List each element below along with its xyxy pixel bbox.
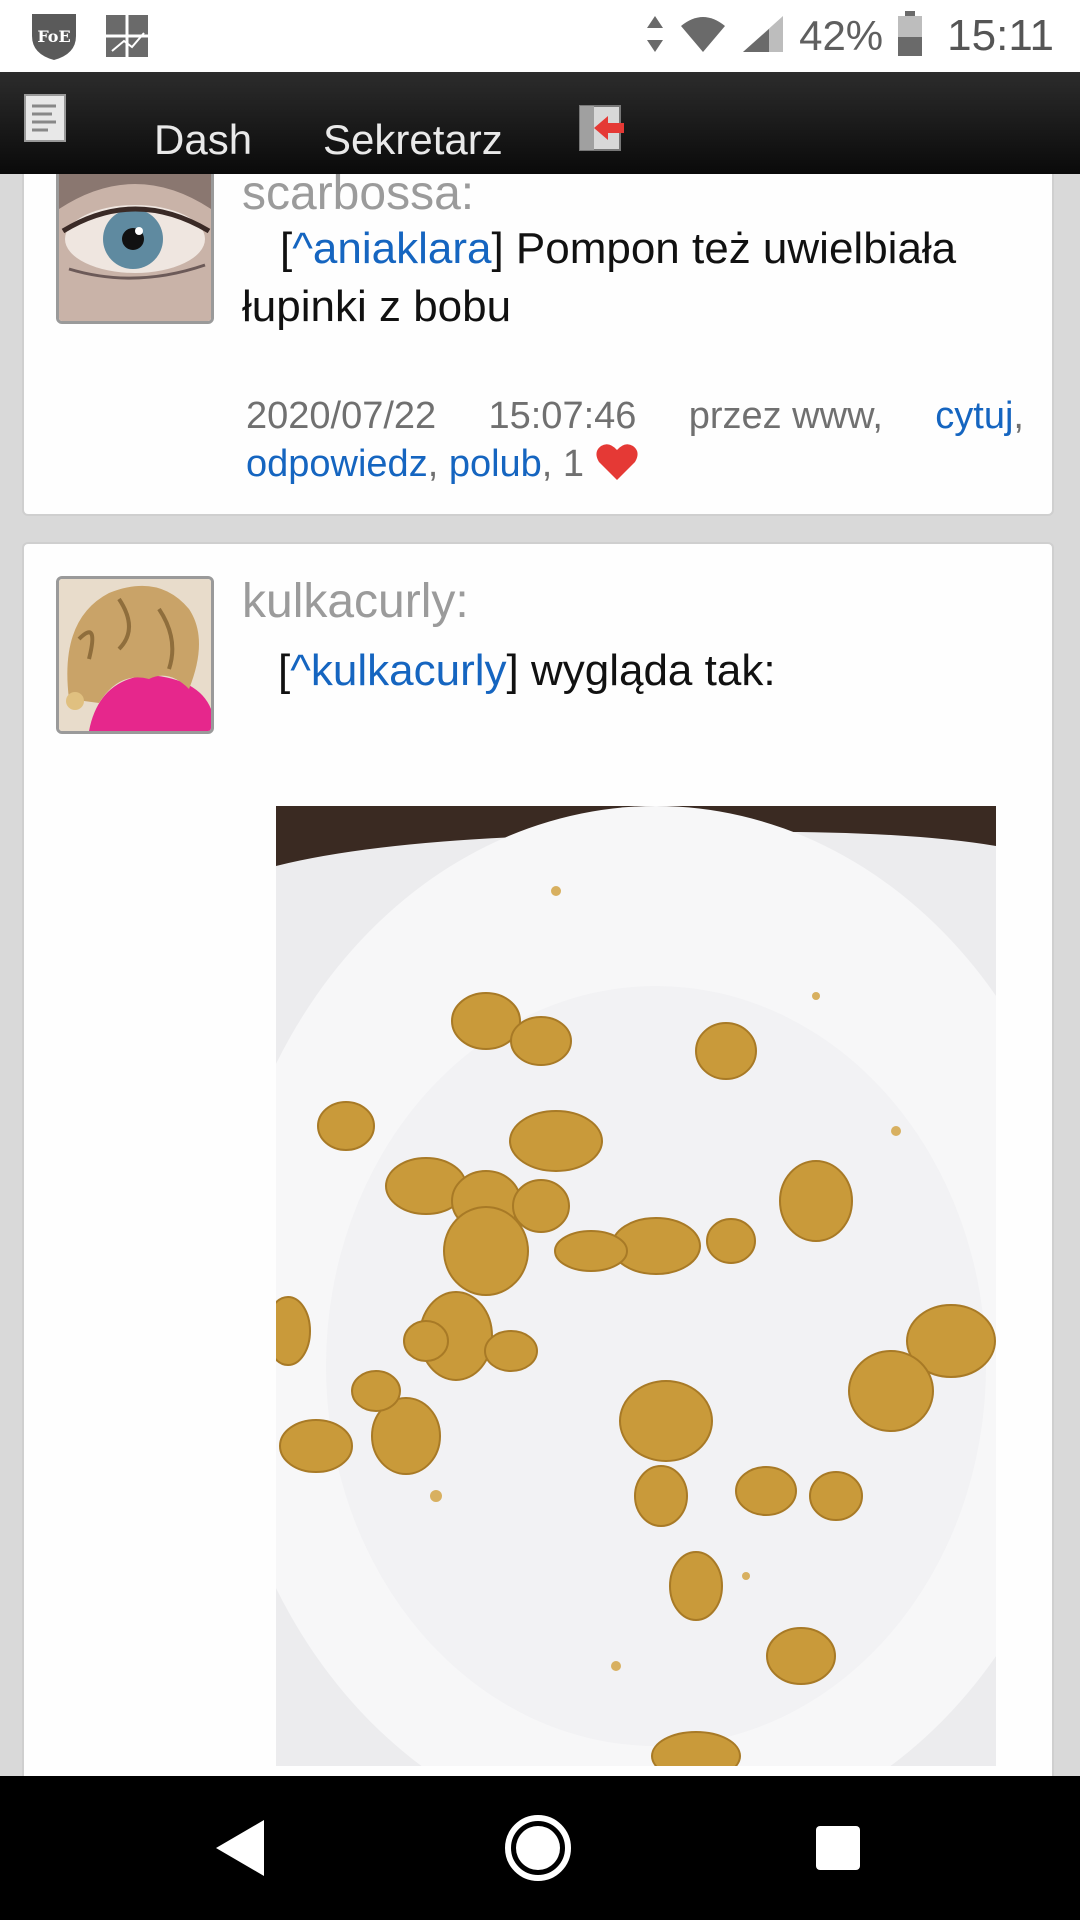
avatar[interactable] — [56, 576, 214, 734]
post-message: [^kulkacurly] wygląda tak: — [278, 642, 1028, 700]
post-message: [^aniaklara] Pompon też uwielbiała łupin… — [242, 220, 1028, 336]
recents-square-icon[interactable] — [802, 1812, 874, 1884]
bracket-open: [ — [278, 646, 291, 695]
post-via: przez www, — [688, 395, 883, 437]
bracket-close: ] — [491, 224, 504, 273]
battery-percent: 42% — [799, 12, 884, 59]
message-text: wygląda tak: — [518, 646, 776, 695]
system-nav-bar — [0, 1776, 1080, 1920]
mention-link[interactable]: ^kulkacurly — [290, 646, 506, 695]
eye-avatar — [59, 174, 211, 321]
feed: scarbossa: [^aniaklara] Pompon też uwiel… — [0, 174, 1080, 1776]
home-circle-icon[interactable] — [502, 1812, 574, 1884]
quote-link[interactable]: cytuj — [935, 395, 1013, 437]
foe-shield-icon: FoE — [28, 10, 80, 67]
post-card: kulkacurly: [^kulkacurly] wygląda tak: — [22, 542, 1054, 1776]
reply-link[interactable]: odpowiedz — [246, 443, 428, 485]
bracket-open: [ — [280, 224, 293, 273]
clock: 15:11 — [947, 11, 1054, 60]
post-date: 2020/07/22 — [246, 395, 437, 437]
battery-icon — [897, 10, 923, 62]
post-author[interactable]: kulkacurly: — [242, 574, 469, 629]
heart-icon — [595, 442, 639, 494]
like-link[interactable]: polub — [449, 443, 542, 485]
separator: , — [1013, 395, 1024, 437]
bean-husks-on-plate-photo — [276, 806, 996, 1766]
like-count: , 1 — [541, 443, 585, 485]
avatar[interactable] — [56, 174, 214, 324]
data-arrows-icon — [645, 14, 665, 59]
nav-sekretarz-link[interactable]: Sekretarz — [323, 116, 503, 164]
app-top-bar: Dash Sekretarz — [0, 72, 1080, 174]
post-meta: 2020/07/22 15:07:46 przez www, cytuj, od… — [246, 392, 1024, 494]
post-time: 15:07:46 — [488, 395, 637, 437]
logout-icon[interactable] — [578, 104, 626, 152]
cell-signal-icon — [741, 14, 785, 59]
separator: , — [427, 443, 439, 485]
wifi-icon — [679, 14, 727, 59]
post-photo[interactable] — [276, 806, 996, 1766]
back-triangle-icon[interactable] — [206, 1812, 278, 1884]
photo-grid-icon — [102, 11, 152, 66]
svg-text:FoE: FoE — [37, 27, 70, 46]
bracket-close: ] — [506, 646, 519, 695]
curly-hair-avatar — [59, 579, 211, 731]
post-author[interactable]: scarbossa: — [242, 174, 474, 221]
nav-dash-link[interactable]: Dash — [154, 116, 252, 164]
status-bar: FoE 42% 15:11 — [0, 0, 1080, 72]
menu-list-icon[interactable] — [24, 94, 66, 142]
post-card: scarbossa: [^aniaklara] Pompon też uwiel… — [22, 174, 1054, 516]
mention-link[interactable]: ^aniaklara — [292, 224, 491, 273]
